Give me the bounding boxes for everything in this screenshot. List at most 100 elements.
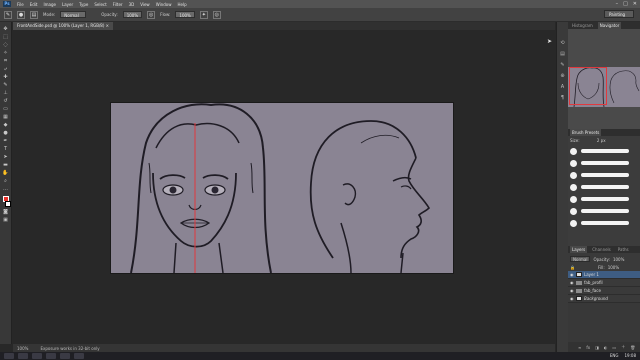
mode-select[interactable]: Normal	[60, 11, 87, 18]
tab-layers[interactable]: Layers	[570, 246, 588, 253]
path-select-tool-icon[interactable]: ➤	[2, 154, 9, 160]
brush-tool-icon[interactable]: ✎	[2, 82, 9, 88]
character-icon[interactable]: A	[559, 84, 566, 91]
delete-layer-icon[interactable]: 🗑	[630, 345, 635, 350]
taskbar-app-icon[interactable]	[32, 353, 42, 359]
opacity-field[interactable]: 100%	[122, 11, 143, 18]
dodge-tool-icon[interactable]: ●	[2, 130, 9, 136]
menu-layer[interactable]: Layer	[62, 2, 73, 7]
marquee-tool-icon[interactable]: ⬚	[2, 34, 9, 40]
airbrush-icon[interactable]: ✦	[199, 10, 208, 19]
new-group-icon[interactable]: ▭	[612, 345, 616, 350]
add-mask-icon[interactable]: ◨	[595, 345, 599, 350]
clone-stamp-tool-icon[interactable]: ⊥	[2, 90, 9, 96]
screen-mode-icon[interactable]: ▣	[2, 217, 9, 223]
layer-style-icon[interactable]: fx	[586, 345, 590, 350]
size-value[interactable]: 2 px	[597, 138, 606, 143]
adjustment-layer-icon[interactable]: ◐	[604, 345, 608, 350]
layer-row[interactable]: ◉ Background	[568, 295, 640, 303]
menu-window[interactable]: Window	[156, 2, 172, 7]
tab-histogram[interactable]: Histogram	[570, 22, 595, 29]
layer-opacity-value[interactable]: 100%	[613, 257, 624, 262]
brush-preset-row[interactable]	[568, 181, 640, 193]
tab-channels[interactable]: Channels	[590, 246, 613, 253]
minimize-button[interactable]: –	[616, 1, 619, 7]
brush-tool-icon[interactable]: ✎	[4, 10, 12, 19]
menu-image[interactable]: Image	[43, 2, 56, 7]
background-color-swatch[interactable]	[4, 201, 11, 207]
visibility-eye-icon[interactable]: ◉	[570, 288, 574, 293]
taskbar-app-icon[interactable]	[46, 353, 56, 359]
clone-source-icon[interactable]: ⊕	[559, 73, 566, 80]
pen-tool-icon[interactable]: ✒	[2, 138, 9, 144]
quick-mask-icon[interactable]: ◙	[2, 209, 9, 215]
gradient-tool-icon[interactable]: ▦	[2, 114, 9, 120]
layer-name[interactable]: fab_profil	[584, 280, 603, 285]
eyedropper-tool-icon[interactable]: ⤶	[2, 66, 9, 72]
layer-row[interactable]: ◉ fab_profil	[568, 279, 640, 287]
taskbar-app-icon[interactable]	[60, 353, 70, 359]
menu-help[interactable]: Help	[177, 2, 186, 7]
navigator-panel[interactable]	[568, 29, 640, 129]
layer-name[interactable]: Layer 1	[584, 272, 599, 277]
taskbar-app-icon[interactable]	[74, 353, 84, 359]
hand-tool-icon[interactable]: ✋	[2, 170, 9, 176]
zoom-tool-icon[interactable]: ⌕	[2, 178, 9, 184]
quick-select-tool-icon[interactable]: ✧	[2, 50, 9, 56]
brush-preset-row[interactable]	[568, 217, 640, 229]
menu-file[interactable]: File	[17, 2, 24, 7]
pressure-opacity-icon[interactable]: ◎	[147, 10, 156, 19]
layer-row[interactable]: ◉ Layer 1	[568, 271, 640, 279]
tab-paths[interactable]: Paths	[616, 246, 631, 253]
toggle-brush-panel-icon[interactable]: ▤	[30, 10, 38, 19]
workspace-switcher[interactable]: Painting	[604, 10, 634, 18]
new-layer-icon[interactable]: ＋	[621, 344, 625, 350]
pressure-size-icon[interactable]: ◎	[212, 10, 221, 19]
menu-select[interactable]: Select	[94, 2, 106, 7]
history-brush-tool-icon[interactable]: ↺	[2, 98, 9, 104]
menu-filter[interactable]: Filter	[113, 2, 123, 7]
properties-icon[interactable]: ▤	[559, 51, 566, 58]
blur-tool-icon[interactable]: ◆	[2, 122, 9, 128]
blend-mode-select[interactable]: Normal	[570, 256, 591, 262]
visibility-eye-icon[interactable]: ◉	[570, 272, 574, 277]
brush-preset-row[interactable]	[568, 169, 640, 181]
paragraph-icon[interactable]: ¶	[559, 95, 566, 102]
brush-preset-row[interactable]	[568, 205, 640, 217]
layer-name[interactable]: fab_face	[584, 288, 601, 293]
layer-fill-value[interactable]: 100%	[608, 265, 619, 270]
visibility-eye-icon[interactable]: ◉	[570, 296, 574, 301]
move-tool-icon[interactable]: ✥	[2, 26, 9, 32]
healing-tool-icon[interactable]: ✚	[2, 74, 9, 80]
shape-tool-icon[interactable]: ▬	[2, 162, 9, 168]
lock-icon[interactable]: 🔒	[570, 265, 575, 270]
brush-preset-picker-icon[interactable]: ●	[17, 10, 25, 19]
close-button[interactable]: ✕	[633, 1, 637, 7]
brush-icon[interactable]: ✎	[559, 62, 566, 69]
tab-navigator[interactable]: Navigator	[597, 22, 622, 29]
artboard[interactable]	[111, 103, 453, 273]
brush-preset-row[interactable]	[568, 157, 640, 169]
type-tool-icon[interactable]: T	[2, 146, 9, 152]
clock[interactable]: 19:08	[624, 352, 636, 360]
brush-preset-row[interactable]	[568, 193, 640, 205]
menu-edit[interactable]: Edit	[30, 2, 38, 7]
language-indicator[interactable]: ENG	[610, 352, 619, 360]
more-tools-icon[interactable]: …	[2, 186, 9, 192]
link-layers-icon[interactable]: ∞	[578, 345, 581, 350]
crop-tool-icon[interactable]: ⌗	[2, 58, 9, 64]
layer-name[interactable]: Background	[584, 296, 608, 301]
maximize-button[interactable]: □	[623, 1, 628, 7]
lasso-tool-icon[interactable]: ◌	[2, 42, 9, 48]
flow-field[interactable]: 100%	[175, 11, 195, 18]
eraser-tool-icon[interactable]: ▭	[2, 106, 9, 112]
menu-3d[interactable]: 3D	[129, 2, 135, 7]
document-tab[interactable]: FrontAndSide.psd @ 100% (Layer 1, RGB/8)…	[13, 22, 114, 30]
visibility-eye-icon[interactable]: ◉	[570, 280, 574, 285]
tab-brush-presets[interactable]: Brush Presets	[570, 129, 602, 136]
layer-row[interactable]: ◉ fab_face	[568, 287, 640, 295]
taskbar-app-icon[interactable]	[18, 353, 28, 359]
navigator-view-frame[interactable]	[569, 67, 607, 105]
brush-preset-row[interactable]	[568, 145, 640, 157]
menu-type[interactable]: Type	[79, 2, 88, 7]
